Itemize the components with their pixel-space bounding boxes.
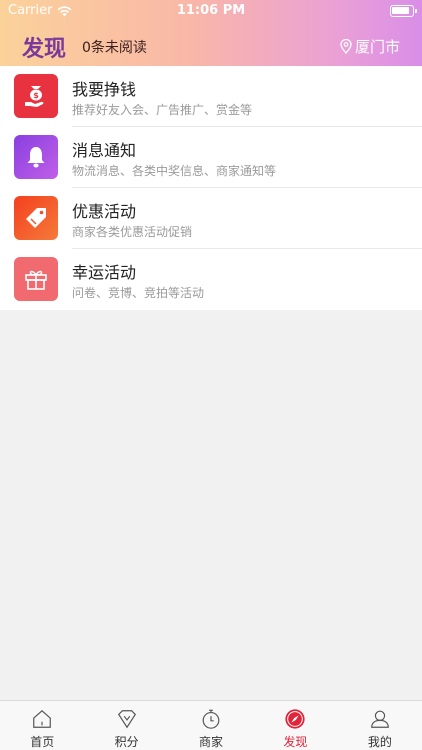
status-bar: Carrier 11:06 PM <box>0 0 422 22</box>
unread-count[interactable]: 0条未阅读 <box>82 37 147 57</box>
location-selector[interactable]: 厦门市 <box>340 36 400 57</box>
location-pin-icon <box>340 39 352 54</box>
list-item-subtitle: 物流消息、各类中奖信息、商家通知等 <box>72 164 277 178</box>
svg-text:$: $ <box>33 91 39 100</box>
list-item-subtitle: 推荐好友入会、广告推广、赏金等 <box>72 103 253 117</box>
battery-icon <box>390 5 417 17</box>
money-hand-icon-box: $ <box>14 74 58 118</box>
location-label: 厦门市 <box>354 38 400 56</box>
tab-bar: 首页 积分 商家 发现 我的 <box>0 700 422 750</box>
tab-home[interactable]: 首页 <box>0 701 84 750</box>
bell-icon <box>27 147 45 168</box>
status-time: 11:06 PM <box>176 3 246 18</box>
gift-icon <box>25 270 47 290</box>
list-item-title: 优惠活动 <box>72 202 137 221</box>
tab-me[interactable]: 我的 <box>338 701 422 750</box>
list-item-earn-money[interactable]: $ 我要挣钱 推荐好友入会、广告推广、赏金等 <box>0 66 422 127</box>
compass-icon <box>285 709 306 729</box>
tab-discover[interactable]: 发现 <box>253 701 337 750</box>
diamond-icon <box>117 710 136 729</box>
list-item-subtitle: 商家各类优惠活动促销 <box>72 225 193 239</box>
tab-label: 首页 <box>30 735 55 749</box>
tab-label: 积分 <box>114 735 139 749</box>
tab-merchants[interactable]: 商家 <box>169 701 253 750</box>
list-item-title: 消息通知 <box>72 141 137 160</box>
list-item-promotions[interactable]: 优惠活动 商家各类优惠活动促销 <box>0 188 422 249</box>
money-hand-icon: $ <box>25 86 44 107</box>
page-title: 发现 <box>22 37 67 62</box>
header: Carrier 11:06 PM 发现 0条未阅读 厦门市 <box>0 0 422 66</box>
tag-icon-box <box>14 196 58 240</box>
list-item-subtitle: 问卷、竞博、竞拍等活动 <box>72 286 205 300</box>
list-item-title: 我要挣钱 <box>72 80 137 99</box>
list-item-lucky-events[interactable]: 幸运活动 问卷、竞博、竞拍等活动 <box>0 249 422 310</box>
home-icon <box>33 709 52 728</box>
tab-label: 我的 <box>367 735 392 749</box>
gift-icon-box <box>14 257 58 301</box>
list-item-title: 幸运活动 <box>72 263 137 282</box>
tab-label: 发现 <box>283 735 308 749</box>
tab-points[interactable]: 积分 <box>84 701 168 750</box>
discover-list: $ 我要挣钱 推荐好友入会、广告推广、赏金等 消息通知 物流消息、各类中奖信息、… <box>0 66 422 310</box>
tag-icon <box>26 208 46 228</box>
bell-icon-box <box>14 135 58 179</box>
user-icon <box>370 710 389 728</box>
stopwatch-icon <box>202 709 220 729</box>
tab-label: 商家 <box>199 735 224 749</box>
list-item-notifications[interactable]: 消息通知 物流消息、各类中奖信息、商家通知等 <box>0 127 422 188</box>
